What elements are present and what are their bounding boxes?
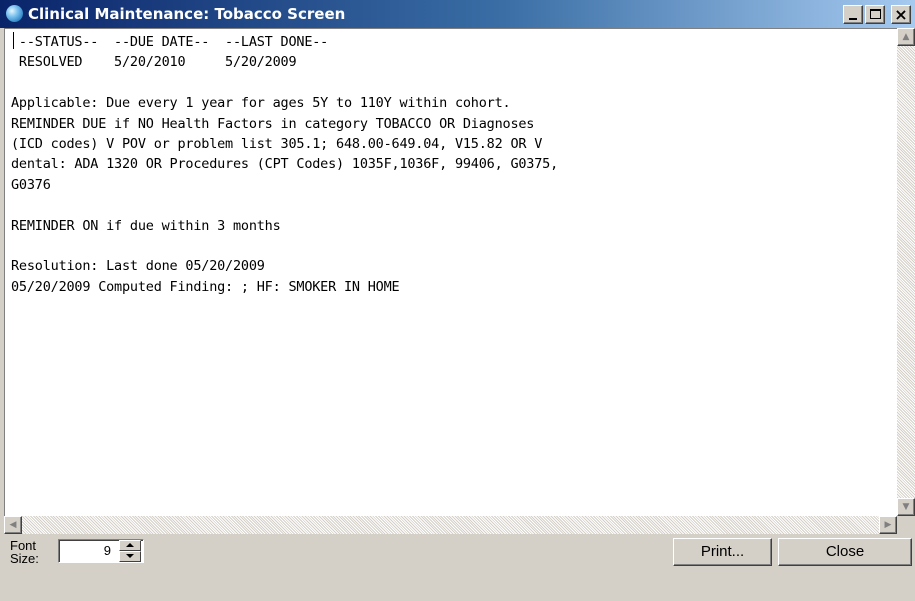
font-size-decrease-button[interactable]: [119, 551, 141, 562]
arrow-left-icon: ◀: [9, 520, 17, 530]
font-size-label: Font Size:: [10, 538, 39, 566]
close-button[interactable]: Close: [778, 538, 912, 566]
spin-up-icon: [126, 543, 134, 547]
scrollbar-corner: [897, 516, 915, 534]
app-globe-icon: [6, 5, 23, 22]
report-line: dental: ADA 1320 OR Procedures (CPT Code…: [11, 156, 559, 173]
report-line: Applicable: Due every 1 year for ages 5Y…: [11, 95, 511, 112]
clinical-maintenance-window: Clinical Maintenance: Tobacco Screen × -…: [0, 0, 915, 601]
report-line: RESOLVED 5/20/2010 5/20/2009: [11, 54, 297, 71]
arrow-up-icon: ▲: [902, 32, 910, 42]
font-size-input[interactable]: 9: [59, 540, 117, 562]
print-button[interactable]: Print...: [673, 538, 772, 566]
minimize-button[interactable]: [843, 5, 863, 24]
report-line: ​: [11, 195, 558, 215]
report-line: REMINDER ON if due within 3 months: [11, 217, 281, 234]
report-line: 05/20/2009 Computed Finding: ; HF: SMOKE…: [11, 278, 400, 295]
scroll-right-button[interactable]: ▶: [879, 516, 897, 534]
title-bar[interactable]: Clinical Maintenance: Tobacco Screen ×: [0, 0, 915, 28]
arrow-right-icon: ▶: [884, 520, 892, 530]
close-window-button[interactable]: ×: [891, 5, 911, 24]
vertical-scrollbar[interactable]: ▲ ▼: [897, 28, 915, 516]
maximize-button[interactable]: [865, 5, 885, 24]
report-line: --STATUS-- --DUE DATE-- --LAST DONE--: [11, 34, 329, 50]
window-title: Clinical Maintenance: Tobacco Screen: [28, 5, 346, 23]
font-size-spinner[interactable]: 9: [58, 539, 144, 563]
maximize-icon: [870, 9, 881, 19]
report-text: --STATUS-- --DUE DATE-- --LAST DONE-- RE…: [11, 32, 558, 297]
report-line: ​: [11, 236, 558, 256]
scroll-left-button[interactable]: ◀: [4, 516, 22, 534]
minimize-icon: [849, 18, 857, 20]
font-size-increase-button[interactable]: [119, 540, 141, 551]
report-line: Resolution: Last done 05/20/2009: [11, 258, 265, 275]
bottom-panel: Font Size: 9 Print... Close: [0, 534, 915, 601]
report-line: G0376: [11, 176, 51, 193]
report-text-area[interactable]: --STATUS-- --DUE DATE-- --LAST DONE-- RE…: [4, 28, 897, 516]
scroll-up-button[interactable]: ▲: [897, 28, 915, 46]
report-line: REMINDER DUE if NO Health Factors in cat…: [11, 115, 535, 132]
scroll-down-button[interactable]: ▼: [897, 498, 915, 516]
report-line: ​: [11, 73, 558, 93]
horizontal-scrollbar[interactable]: ◀ ▶: [4, 516, 897, 534]
close-icon: ×: [894, 5, 908, 24]
report-line: (ICD codes) V POV or problem list 305.1;…: [11, 136, 543, 153]
arrow-down-icon: ▼: [902, 502, 910, 512]
spin-down-icon: [126, 554, 134, 558]
